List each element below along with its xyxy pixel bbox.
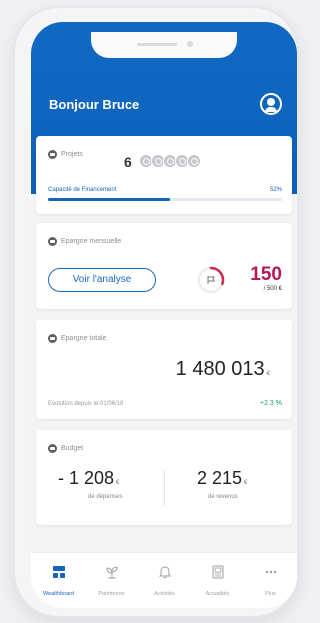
bell-icon: [158, 566, 172, 579]
epargne-mensuelle-title: Epargne mensuelle: [61, 238, 122, 245]
bottom-tab-bar: Wealthboard Patrimoine Activités Actuali…: [31, 552, 297, 608]
project-bubble-icon: [187, 154, 201, 168]
news-icon: [212, 565, 224, 579]
monthly-savings-target: / 500 €: [263, 286, 282, 292]
depenses-label: de dépenses: [88, 494, 123, 500]
phone-notch: [91, 32, 237, 58]
revenus-amount: 2 215: [197, 468, 243, 488]
capacity-label: Capacité de Financement: [48, 187, 117, 193]
tab-label: Plus: [265, 591, 276, 597]
app-screen: Bonjour Bruce Projets 6 Capacité de Fina…: [31, 22, 297, 608]
projets-card[interactable]: Projets 6 Capacité de Financement 52%: [36, 136, 292, 214]
depenses-amount: - 1 208: [58, 468, 115, 488]
projets-title: Projets: [61, 151, 83, 158]
total-savings-unit: €: [266, 371, 270, 377]
projets-count: 6: [124, 154, 132, 170]
revenus-value: 2 215 €: [197, 468, 247, 489]
budget-divider: [164, 470, 165, 506]
revenus-unit: €: [244, 480, 248, 486]
tab-patrimoine[interactable]: Patrimoine: [85, 563, 138, 603]
monthly-savings-value: 150: [250, 264, 282, 285]
depenses-value: - 1 208 €: [58, 468, 119, 489]
epargne-totale-card[interactable]: Epargne totale 1 480 013 € Evolution depu…: [36, 320, 292, 419]
tab-label: Patrimoine: [98, 591, 125, 597]
tab-wealthboard[interactable]: Wealthboard: [32, 563, 85, 603]
capacity-percentage: 52%: [269, 187, 282, 193]
total-savings-amount: 1 480 013: [175, 358, 265, 380]
plant-icon: [106, 566, 118, 579]
voir-analyse-button[interactable]: Voir l'analyse: [48, 268, 156, 292]
phone-frame: Bonjour Bruce Projets 6 Capacité de Fina…: [15, 8, 297, 616]
evolution-label: Evolution depuis le 01/06/18: [48, 401, 124, 407]
depenses-unit: €: [116, 480, 120, 486]
tab-actualites[interactable]: Actualités: [191, 563, 244, 603]
capacity-progress-track: [48, 198, 282, 201]
greeting: Bonjour Bruce: [49, 97, 140, 112]
flag-icon: [207, 276, 215, 284]
profile-icon[interactable]: [260, 93, 282, 115]
tab-plus[interactable]: Plus: [244, 563, 297, 603]
epargne-totale-title: Epargne totale: [61, 335, 107, 342]
dashboard-icon: [53, 566, 65, 578]
evolution-value: +2.3 %: [260, 400, 282, 407]
projets-icon: [48, 150, 57, 159]
camera: [187, 41, 193, 47]
speaker: [137, 43, 177, 46]
savings-icon: [48, 334, 57, 343]
epargne-mensuelle-card[interactable]: Epargne mensuelle Voir l'analyse 150 / 5…: [36, 223, 292, 309]
capacity-progress-fill: [48, 198, 170, 201]
revenus-label: de revenus: [208, 494, 238, 500]
budget-card[interactable]: Budget - 1 208 € de dépenses 2 215 € de re…: [36, 430, 292, 525]
budget-icon: [48, 444, 57, 453]
piggy-bank-icon: [48, 237, 57, 246]
tab-label: Actualités: [205, 591, 230, 597]
tab-activites[interactable]: Activités: [138, 563, 191, 603]
more-icon: [265, 570, 277, 574]
budget-title: Budget: [61, 445, 84, 452]
total-savings-value: 1 480 013 €: [176, 358, 270, 381]
tab-label: Wealthboard: [42, 591, 75, 597]
tab-label: Activités: [154, 591, 175, 597]
